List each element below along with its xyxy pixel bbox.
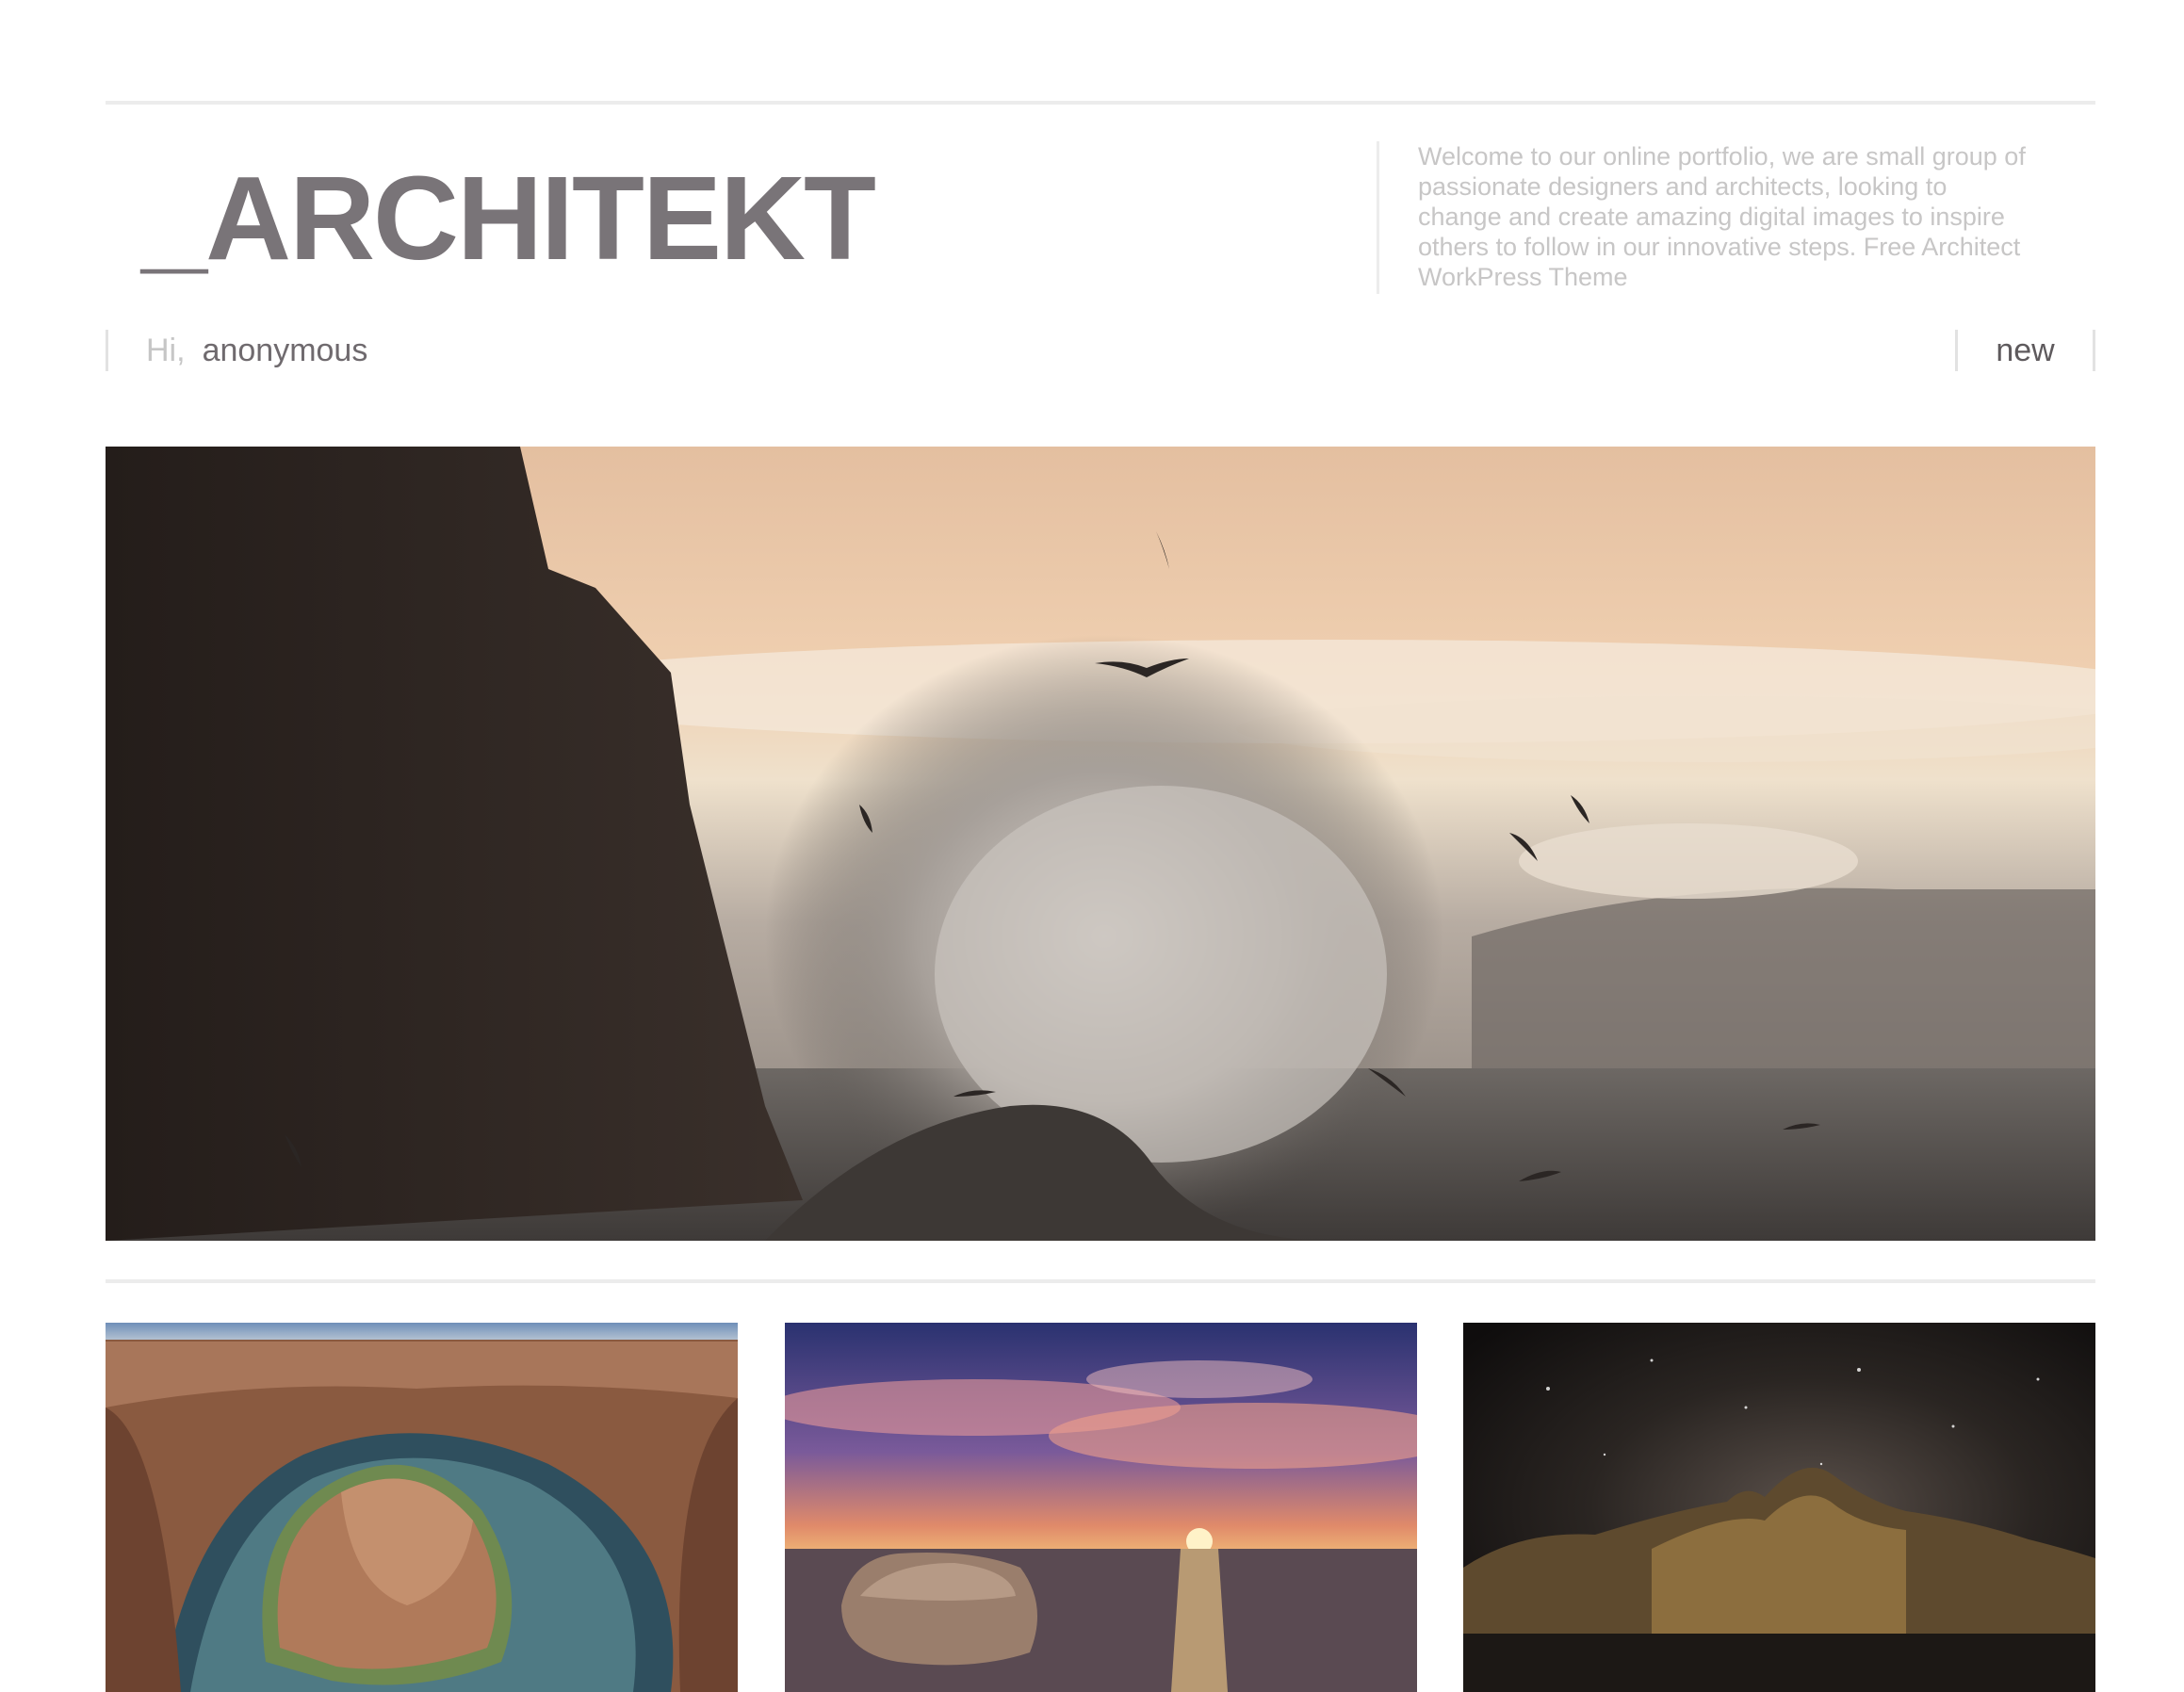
new-post-button[interactable]: new <box>1955 330 2095 371</box>
top-divider <box>106 101 2095 105</box>
hero-image[interactable] <box>106 447 2095 1241</box>
username-link[interactable]: anonymous <box>203 333 368 369</box>
site-intro-text: Welcome to our online portfolio, we are … <box>1377 141 2027 294</box>
gallery-thumbnail[interactable] <box>1463 1323 2095 1692</box>
gallery-divider <box>106 1279 2095 1283</box>
photo-night-sky-mountain-icon <box>1463 1323 2095 1692</box>
photo-wave-seabirds-icon <box>106 447 2095 1241</box>
greeting-label: Hi, <box>146 332 186 368</box>
site-logo[interactable]: _ARCHITEKT <box>141 153 876 285</box>
photo-canyon-river-bend-icon <box>106 1323 738 1692</box>
gallery-thumbnail[interactable] <box>785 1323 1417 1692</box>
photo-sunset-beach-rock-icon <box>785 1323 1417 1692</box>
user-greeting: Hi, anonymous <box>106 330 367 371</box>
gallery-thumbnail[interactable] <box>106 1323 738 1692</box>
